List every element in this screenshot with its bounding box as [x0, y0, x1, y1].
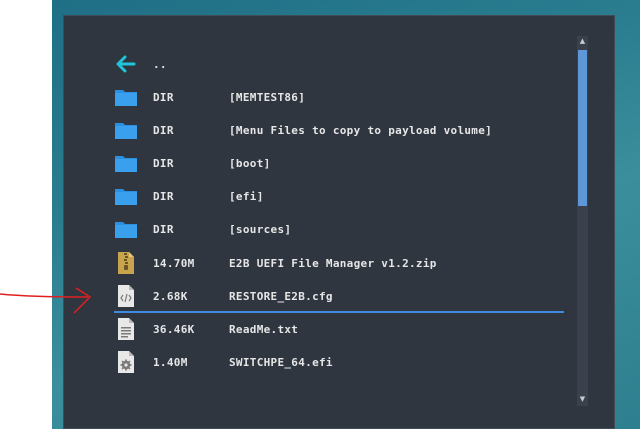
- file-size: 36.46K: [153, 322, 195, 336]
- file-name: [Menu Files to copy to payload volume]: [229, 123, 493, 137]
- file-name: [boot]: [229, 156, 271, 170]
- file-size: DIR: [153, 123, 174, 137]
- file-row[interactable]: 1.40M SWITCHPE_64.efi: [110, 347, 565, 377]
- text-file-icon: [114, 317, 138, 341]
- file-row-parent[interactable]: ..: [110, 49, 565, 79]
- file-name: [efi]: [229, 189, 264, 203]
- file-row[interactable]: DIR [boot]: [110, 148, 565, 178]
- file-row[interactable]: DIR [efi]: [110, 181, 565, 211]
- file-row[interactable]: DIR [sources]: [110, 214, 565, 244]
- zip-archive-icon: [114, 251, 138, 275]
- file-size: 1.40M: [153, 355, 188, 369]
- file-size: 2.68K: [153, 289, 188, 303]
- file-name: E2B UEFI File Manager v1.2.zip: [229, 256, 437, 270]
- folder-icon: [114, 85, 138, 109]
- file-size: DIR: [153, 90, 174, 104]
- file-row[interactable]: DIR [MEMTEST86]: [110, 82, 565, 112]
- scroll-up-arrow-icon[interactable]: ▲: [577, 36, 588, 47]
- selection-underline: [114, 311, 564, 313]
- folder-icon: [114, 184, 138, 208]
- file-name: [sources]: [229, 222, 292, 236]
- file-name: SWITCHPE_64.efi: [229, 355, 333, 369]
- file-row[interactable]: DIR [Menu Files to copy to payload volum…: [110, 115, 565, 145]
- config-file-icon: [114, 284, 138, 308]
- scrollbar-thumb[interactable]: [578, 50, 587, 206]
- file-size: 14.70M: [153, 256, 195, 270]
- folder-icon: [114, 118, 138, 142]
- file-name: RESTORE_E2B.cfg: [229, 289, 333, 303]
- file-size: DIR: [153, 156, 174, 170]
- annotation-arrow-icon: [0, 287, 91, 314]
- file-size: DIR: [153, 189, 174, 203]
- folder-icon: [114, 217, 138, 241]
- scroll-down-arrow-icon[interactable]: ▼: [577, 394, 588, 405]
- back-arrow-icon: [114, 52, 138, 76]
- file-row[interactable]: 36.46K ReadMe.txt: [110, 314, 565, 344]
- efi-file-icon: [114, 350, 138, 374]
- file-size: ..: [153, 57, 167, 71]
- folder-icon: [114, 151, 138, 175]
- file-row-selected[interactable]: 2.68K RESTORE_E2B.cfg: [110, 281, 565, 311]
- file-name: ReadMe.txt: [229, 322, 299, 336]
- file-size: DIR: [153, 222, 174, 236]
- file-name: [MEMTEST86]: [229, 90, 306, 104]
- file-row[interactable]: 14.70M E2B UEFI File Manager v1.2.zip: [110, 248, 565, 278]
